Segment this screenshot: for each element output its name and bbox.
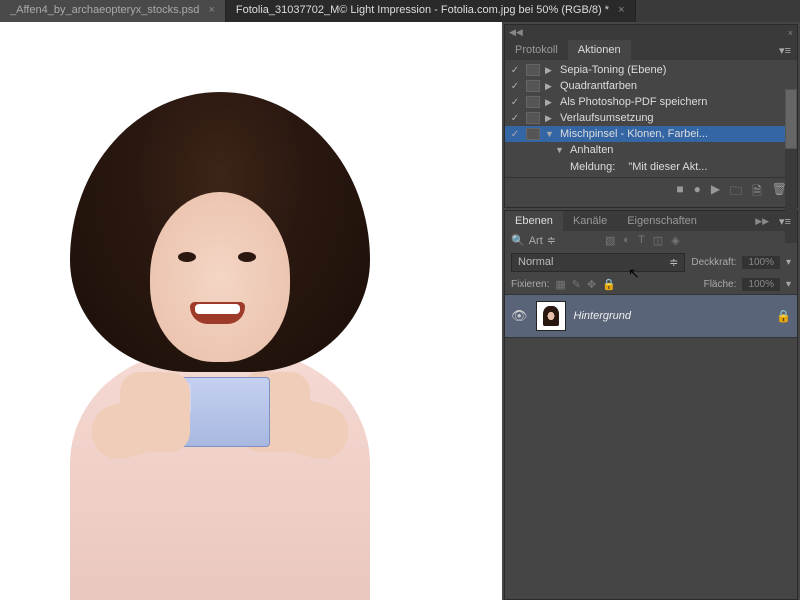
tab-eigenschaften[interactable]: Eigenschaften	[617, 211, 707, 231]
layers-empty-area[interactable]	[505, 338, 797, 599]
filter-pixel-icon[interactable]: ▧	[605, 234, 615, 247]
action-dialog-toggle[interactable]	[526, 96, 540, 108]
filter-type-icon[interactable]: T	[638, 234, 645, 247]
panel-menu-icon[interactable]: ▾≡	[773, 42, 797, 59]
actions-toolbar: ■ ● ▶ 🗀 🗎 🗑	[505, 177, 797, 207]
layers-panel-tabs: Ebenen Kanäle Eigenschaften ▶▶ ▾≡	[505, 211, 797, 231]
action-check-icon[interactable]: ✓	[509, 96, 521, 108]
lock-position-icon[interactable]: ✥	[587, 278, 596, 291]
action-dialog-toggle[interactable]	[526, 80, 540, 92]
action-dialog-toggle[interactable]	[526, 112, 540, 124]
lock-all-icon[interactable]: 🔒	[602, 278, 616, 291]
lock-label: Fixieren:	[511, 279, 549, 290]
layer-filter-row: 🔍 Art ≑ ▧ ◐ T ◫ ◈	[505, 231, 797, 250]
tab-protokoll[interactable]: Protokoll	[505, 40, 568, 60]
action-step-label: Anhalten	[570, 144, 613, 156]
action-row[interactable]: ✓ ▶ Verlaufsumsetzung	[505, 110, 797, 126]
action-check-icon[interactable]: ✓	[509, 64, 521, 76]
close-icon[interactable]: ×	[208, 4, 214, 16]
document-tab-inactive[interactable]: _Affen4_by_archaeopteryx_stocks.psd ×	[0, 0, 226, 22]
tab-ebenen[interactable]: Ebenen	[505, 211, 563, 231]
disclosure-icon[interactable]: ▶	[545, 65, 555, 76]
filter-kind-label: Art	[529, 235, 543, 247]
action-row[interactable]: ✓ ▶ Als Photoshop-PDF speichern	[505, 94, 797, 110]
action-step-row[interactable]: ▼ Anhalten	[505, 142, 797, 158]
actions-panel-tabs: Protokoll Aktionen ▾≡	[505, 40, 797, 60]
action-row[interactable]: ✓ ▶ Sepia-Toning (Ebene)	[505, 62, 797, 78]
chevron-icon: ≑	[547, 234, 556, 247]
chevron-icon[interactable]: ▾	[786, 279, 791, 290]
action-label: Als Photoshop-PDF speichern	[560, 96, 707, 108]
layer-name[interactable]: Hintergrund	[574, 310, 769, 322]
panel-collapse-icon[interactable]: ◀◀	[505, 25, 527, 40]
close-icon[interactable]: ×	[784, 26, 797, 40]
action-dialog-toggle[interactable]	[526, 128, 540, 140]
layers-panel: Ebenen Kanäle Eigenschaften ▶▶ ▾≡ 🔍 Art …	[504, 210, 798, 600]
tab-aktionen[interactable]: Aktionen	[568, 40, 631, 60]
blend-opacity-row: Normal ≑ Deckkraft: 100% ▾	[505, 250, 797, 275]
stop-icon[interactable]: ■	[676, 182, 683, 203]
action-label: Verlaufsumsetzung	[560, 112, 654, 124]
action-label: Mischpinsel - Klonen, Farbei...	[560, 128, 708, 140]
fill-label: Fläche:	[704, 279, 737, 290]
fill-value[interactable]: 100%	[742, 278, 780, 291]
action-detail-prefix: Meldung:	[570, 161, 615, 173]
canvas[interactable]	[0, 22, 502, 600]
play-icon[interactable]: ▶	[711, 182, 720, 203]
blend-mode-select[interactable]: Normal ≑	[511, 253, 685, 272]
document-tab-label: Fotolia_31037702_M© Light Impression - F…	[236, 4, 609, 16]
document-tabbar: _Affen4_by_archaeopteryx_stocks.psd × Fo…	[0, 0, 800, 22]
filter-smart-icon[interactable]: ◈	[671, 234, 679, 247]
panel-expand-icon[interactable]: ▶▶	[751, 214, 773, 229]
lock-image-icon[interactable]: ✎	[572, 278, 581, 291]
chevron-icon: ≑	[669, 256, 678, 269]
action-label: Sepia-Toning (Ebene)	[560, 64, 666, 76]
record-icon[interactable]: ●	[694, 182, 701, 203]
action-check-icon[interactable]: ✓	[509, 128, 521, 140]
action-dialog-toggle[interactable]	[526, 64, 540, 76]
search-icon: 🔍	[511, 234, 525, 247]
action-label: Quadrantfarben	[560, 80, 637, 92]
document-image	[0, 52, 480, 600]
panels-dock: ◀◀ × Protokoll Aktionen ▾≡ ✓ ▶ Sepia-Tonin…	[502, 22, 800, 600]
tab-kanaele[interactable]: Kanäle	[563, 211, 617, 231]
layer-row[interactable]: 👁 Hintergrund 🔒	[505, 294, 797, 338]
actions-panel-header: ◀◀ ×	[505, 25, 797, 40]
actions-list[interactable]: ✓ ▶ Sepia-Toning (Ebene) ✓ ▶ Quadrantfarben ✓ ▶…	[505, 60, 797, 177]
action-row[interactable]: ✓ ▶ Quadrantfarben	[505, 78, 797, 94]
opacity-label: Deckkraft:	[691, 257, 736, 268]
action-check-icon[interactable]: ✓	[509, 112, 521, 124]
new-action-icon[interactable]: 🗎	[752, 182, 762, 203]
action-row[interactable]: ✓ ▼ Mischpinsel - Klonen, Farbei...	[505, 126, 797, 142]
panel-menu-icon[interactable]: ▾≡	[773, 213, 797, 230]
close-icon[interactable]: ×	[618, 4, 624, 16]
filter-adjust-icon[interactable]: ◐	[623, 234, 630, 247]
disclosure-icon[interactable]: ▶	[545, 113, 555, 124]
visibility-icon[interactable]: 👁	[511, 308, 528, 324]
lock-fill-row: Fixieren: ▦ ✎ ✥ 🔒 Fläche: 100% ▾	[505, 275, 797, 294]
disclosure-icon[interactable]: ▼	[545, 129, 555, 139]
disclosure-icon[interactable]: ▶	[545, 97, 555, 108]
lock-icons: ▦ ✎ ✥ 🔒	[555, 278, 616, 291]
action-check-icon[interactable]: ✓	[509, 80, 521, 92]
actions-panel: ◀◀ × Protokoll Aktionen ▾≡ ✓ ▶ Sepia-Tonin…	[504, 24, 798, 208]
layer-thumbnail[interactable]	[536, 301, 566, 331]
action-detail-value: "Mit dieser Akt...	[628, 161, 707, 173]
lock-icon[interactable]: 🔒	[776, 309, 791, 323]
filter-kind-select[interactable]: 🔍 Art ≑	[511, 234, 601, 247]
filter-shape-icon[interactable]: ◫	[653, 234, 663, 247]
scrollbar-thumb[interactable]	[785, 89, 797, 149]
lock-transparent-icon[interactable]: ▦	[555, 278, 565, 291]
workspace: ◀◀ × Protokoll Aktionen ▾≡ ✓ ▶ Sepia-Tonin…	[0, 22, 800, 600]
disclosure-icon[interactable]: ▶	[545, 81, 555, 92]
blend-mode-label: Normal	[518, 256, 553, 269]
new-set-icon[interactable]: 🗀	[730, 182, 742, 203]
disclosure-icon[interactable]: ▼	[555, 145, 565, 155]
filter-icons: ▧ ◐ T ◫ ◈	[605, 234, 680, 247]
document-tab-active[interactable]: Fotolia_31037702_M© Light Impression - F…	[226, 0, 636, 22]
opacity-value[interactable]: 100%	[742, 256, 780, 269]
document-tab-label: _Affen4_by_archaeopteryx_stocks.psd	[10, 4, 199, 16]
action-detail-row: Meldung: "Mit dieser Akt...▾	[505, 158, 797, 175]
chevron-icon[interactable]: ▾	[786, 257, 791, 268]
